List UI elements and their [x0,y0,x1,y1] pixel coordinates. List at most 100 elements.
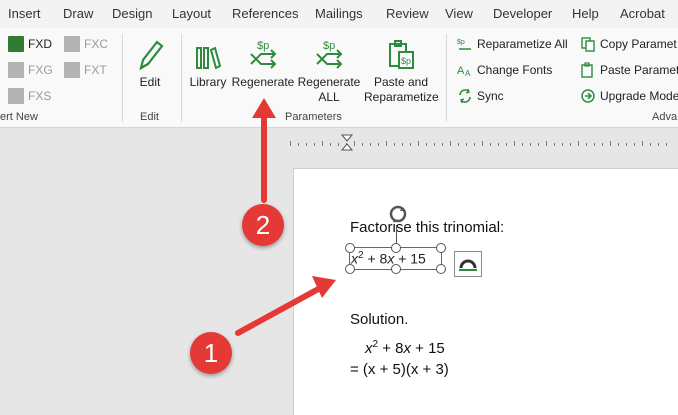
ruler-tick [626,143,627,146]
sol-var-x: x [365,340,373,357]
ruler-tick [450,141,451,146]
ruler-tick [338,143,339,146]
ruler-tick [594,143,595,146]
group-divider [181,34,182,122]
rotate-handle-icon[interactable] [387,203,409,225]
ruler-indent-marker[interactable] [340,134,354,152]
fxd-button[interactable]: FXD [8,34,52,54]
sol-middle: + 8 [378,340,404,357]
eq-middle-term: + 8 [363,250,388,267]
font-icon: AA [457,62,473,78]
regenerate-icon: $p [231,34,295,72]
ruler-tick [618,143,619,146]
tab-developer[interactable]: Developer [493,6,552,21]
fxd-label: FXD [28,37,52,51]
regenerate-button[interactable]: $p Regenerate [231,34,295,90]
fxs-label: FXS [28,89,52,103]
ruler-tick [434,143,435,146]
upgrade-mode-button[interactable]: Upgrade Mode [580,86,678,106]
ruler-tick [442,143,443,146]
ruler-tick [546,141,547,146]
resize-handle[interactable] [436,264,446,274]
menu-bar: Insert Draw Design Layout References Mai… [0,0,678,28]
solution-line-2: = (x + 5)(x + 3) [350,361,449,378]
paste-parameters-label: Paste Paramet [600,63,678,77]
layout-options-icon [459,259,477,271]
solution-line-1: x2 + 8x + 15 [365,339,445,357]
fxd-icon [8,36,24,52]
ruler-tick [530,143,531,146]
paste-and-reparametize-button[interactable]: $p Paste and Reparametize [364,34,439,105]
tab-review[interactable]: Review [386,6,429,21]
ruler-tick [586,143,587,146]
ruler-tick [314,143,315,146]
ruler-tick [378,143,379,146]
ruler-tick [418,141,419,146]
ruler-tick [490,143,491,146]
resize-handle[interactable] [436,243,446,253]
ruler-tick [394,143,395,146]
edit-button[interactable]: Edit [130,34,170,90]
group-divider [122,34,123,122]
tab-insert[interactable]: Insert [8,6,41,21]
regenerate-all-icon: $p [297,34,361,72]
paste-parameters-button[interactable]: Paste Paramet [580,60,678,80]
ruler-tick [290,141,291,146]
upgrade-mode-label: Upgrade Mode [600,89,678,103]
change-fonts-button[interactable]: AA Change Fonts [457,60,552,80]
tab-draw[interactable]: Draw [63,6,93,21]
fxs-icon [8,88,24,104]
ruler-tick [498,143,499,146]
change-fonts-label: Change Fonts [477,63,553,77]
fxt-label: FXT [84,63,107,77]
ruler-tick [634,143,635,146]
sol-constant: + 15 [411,340,445,357]
ruler-tick [538,143,539,146]
layout-options-button[interactable] [454,251,482,277]
document-page[interactable]: Factorise this trinomial: x2 + 8x + 15 S… [293,168,678,415]
ruler-tick [306,143,307,146]
svg-text:$p: $p [323,40,335,52]
copy-parameters-button[interactable]: Copy Paramet [580,34,677,54]
paste-icon: $p [364,34,438,72]
tab-layout[interactable]: Layout [172,6,211,21]
ruler-tick [610,141,611,146]
fxt-button[interactable]: FXT [64,60,107,80]
tab-design[interactable]: Design [112,6,152,21]
ruler-tick [562,143,563,146]
ruler-tick [362,143,363,146]
sync-button[interactable]: Sync [457,86,504,106]
ruler-tick [458,143,459,146]
ruler-tick [354,141,355,146]
fxc-button[interactable]: FXC [64,34,108,54]
fxs-button[interactable]: FXS [8,86,51,106]
tab-help[interactable]: Help [572,6,599,21]
library-icon [188,34,228,72]
fxg-button[interactable]: FXG [8,60,53,80]
eq-constant: + 15 [394,250,426,267]
library-button[interactable]: Library [188,34,228,90]
ruler-tick [506,143,507,146]
library-label: Library [189,75,227,89]
fxt-icon [64,62,80,78]
reparametize-all-button[interactable]: $p Reparametize All [457,34,568,54]
ruler-tick [570,143,571,146]
ruler-tick [578,141,579,146]
ruler-tick [426,143,427,146]
fxc-icon [64,36,80,52]
tab-mailings[interactable]: Mailings [315,6,363,21]
regenerate-label: Regenerate [231,75,295,89]
advanced-group-label: Adva [652,111,678,123]
ruler-tick [602,143,603,146]
reparametize-all-label: Reparametize All [477,37,568,51]
sol-var-x2: x [403,340,412,357]
insert-new-group-label: ert New [0,111,38,123]
regenerate-all-button[interactable]: $p Regenerate ALL [297,34,361,105]
ruler-tick [330,143,331,146]
tab-view[interactable]: View [445,6,473,21]
paste-label-line2: Reparametize [364,90,439,104]
tab-references[interactable]: References [232,6,298,21]
parameters-group-label: Parameters [285,111,342,123]
ruler-tick [466,143,467,146]
tab-acrobat[interactable]: Acrobat [620,6,665,21]
